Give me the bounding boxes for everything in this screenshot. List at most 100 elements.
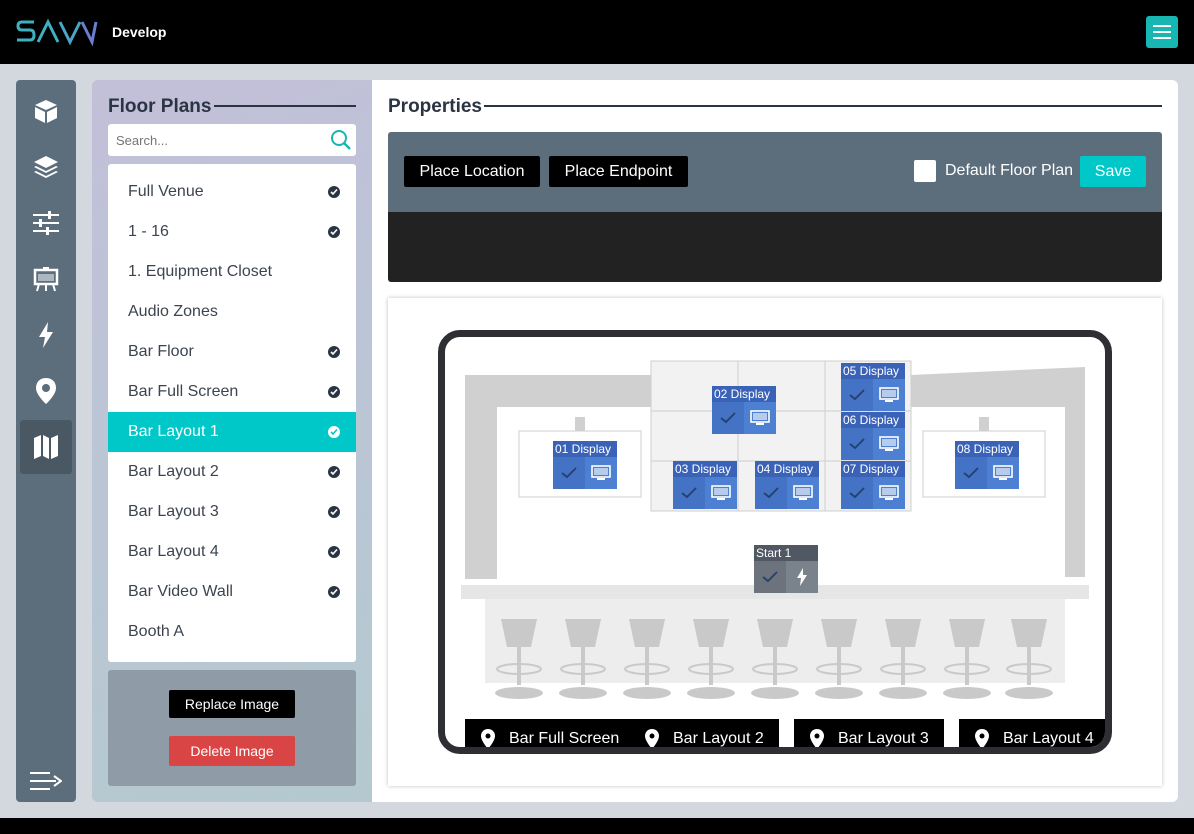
monitor-icon bbox=[750, 410, 770, 425]
top-bar: Develop bbox=[0, 0, 1194, 64]
floor-plan-item[interactable]: Booth A bbox=[108, 612, 356, 652]
marker-label: 01 Display bbox=[553, 441, 617, 457]
check-circle-icon bbox=[328, 586, 340, 598]
marker-body bbox=[841, 379, 905, 411]
nav-bolt[interactable] bbox=[20, 308, 72, 362]
location-tag[interactable]: Bar Full Screen bbox=[465, 719, 629, 747]
nav-floor-plans[interactable] bbox=[20, 420, 72, 474]
nav-easel[interactable] bbox=[20, 252, 72, 306]
display-marker[interactable]: 08 Display bbox=[955, 441, 1019, 489]
floor-plans-title: Floor Plans bbox=[108, 96, 212, 117]
marker-label: Start 1 bbox=[754, 545, 818, 561]
marker-label: 04 Display bbox=[755, 461, 819, 477]
marker-check-button[interactable] bbox=[841, 428, 873, 460]
map-pin-icon bbox=[481, 729, 495, 747]
display-marker[interactable]: 06 Display bbox=[841, 412, 905, 460]
marker-body bbox=[712, 402, 776, 434]
floor-plan-item[interactable]: Full Venue bbox=[108, 172, 356, 212]
hamburger-icon bbox=[1153, 25, 1171, 39]
location-tag[interactable]: Bar Layout 4 bbox=[959, 719, 1105, 747]
location-tag-label: Bar Layout 3 bbox=[838, 730, 929, 747]
location-tag[interactable]: Bar Layout 2 bbox=[629, 719, 779, 747]
monitor-icon bbox=[879, 436, 899, 451]
floor-plan-item[interactable]: Bar Video Wall bbox=[108, 572, 356, 612]
map-pin-icon bbox=[810, 729, 824, 747]
marker-type-button[interactable] bbox=[705, 477, 737, 509]
check-icon bbox=[720, 412, 736, 424]
map-pin-icon bbox=[645, 729, 659, 747]
marker-type-button[interactable] bbox=[987, 457, 1019, 489]
check-circle-icon bbox=[328, 186, 340, 198]
nav-location[interactable] bbox=[20, 364, 72, 418]
marker-type-button[interactable] bbox=[585, 457, 617, 489]
default-floor-plan-checkbox[interactable] bbox=[914, 160, 936, 182]
marker-check-button[interactable] bbox=[712, 402, 744, 434]
marker-label: 08 Display bbox=[955, 441, 1019, 457]
location-tag[interactable]: Bar Layout 3 bbox=[794, 719, 944, 747]
display-marker[interactable]: 03 Display bbox=[673, 461, 737, 509]
properties-details bbox=[388, 212, 1162, 282]
check-icon bbox=[561, 467, 577, 479]
floor-plan-item[interactable]: Bar Layout 1 bbox=[108, 412, 356, 452]
nav-cube[interactable] bbox=[20, 84, 72, 138]
search-icon[interactable] bbox=[330, 129, 352, 151]
floor-plan-item[interactable]: Bar Layout 2 bbox=[108, 452, 356, 492]
monitor-icon bbox=[793, 485, 813, 500]
display-marker[interactable]: 04 Display bbox=[755, 461, 819, 509]
marker-type-button[interactable] bbox=[873, 477, 905, 509]
marker-type-button[interactable] bbox=[873, 428, 905, 460]
replace-image-button[interactable]: Replace Image bbox=[169, 690, 295, 718]
properties-panel: Properties Place Location Place Endpoint… bbox=[372, 80, 1178, 802]
delete-image-button[interactable]: Delete Image bbox=[169, 736, 295, 766]
display-marker[interactable]: 01 Display bbox=[553, 441, 617, 489]
marker-check-button[interactable] bbox=[841, 379, 873, 411]
check-circle-icon bbox=[328, 466, 340, 478]
start-marker[interactable]: Start 1 bbox=[754, 545, 818, 593]
check-icon bbox=[849, 438, 865, 450]
marker-check-button[interactable] bbox=[553, 457, 585, 489]
floor-plan-item[interactable]: Bar Floor bbox=[108, 332, 356, 372]
floor-plan-canvas: 01 Display 02 Display 03 Display 04 Display… bbox=[388, 298, 1162, 786]
easel-icon bbox=[33, 267, 59, 292]
check-icon bbox=[849, 487, 865, 499]
nav-collapse[interactable] bbox=[20, 754, 72, 808]
place-location-button[interactable]: Place Location bbox=[404, 156, 540, 187]
check-icon bbox=[763, 487, 779, 499]
marker-check-button[interactable] bbox=[755, 477, 787, 509]
floor-plan-item[interactable]: Bar Full Screen bbox=[108, 372, 356, 412]
save-button[interactable]: Save bbox=[1080, 156, 1146, 187]
marker-check-button[interactable] bbox=[673, 477, 705, 509]
floor-plan-item[interactable]: 1 - 16 bbox=[108, 212, 356, 252]
marker-type-button[interactable] bbox=[744, 402, 776, 434]
search-input[interactable] bbox=[108, 124, 318, 156]
floor-plan-item[interactable]: 1. Equipment Closet bbox=[108, 252, 356, 292]
check-circle-icon bbox=[328, 226, 340, 238]
map-pin-icon bbox=[975, 729, 989, 747]
marker-label: 07 Display bbox=[841, 461, 905, 477]
marker-type-button[interactable] bbox=[786, 561, 818, 593]
display-marker[interactable]: 07 Display bbox=[841, 461, 905, 509]
display-marker[interactable]: 02 Display bbox=[712, 386, 776, 434]
check-circle-icon bbox=[328, 426, 340, 438]
marker-body bbox=[841, 428, 905, 460]
layers-icon bbox=[34, 156, 58, 178]
display-marker[interactable]: 05 Display bbox=[841, 363, 905, 411]
marker-type-button[interactable] bbox=[873, 379, 905, 411]
floor-plan-item-label: Bar Layout 1 bbox=[128, 423, 219, 440]
menu-button[interactable] bbox=[1146, 16, 1178, 48]
check-circle-icon bbox=[328, 346, 340, 358]
image-actions: Replace Image Delete Image bbox=[108, 670, 356, 786]
floor-plan-item[interactable]: Audio Zones bbox=[108, 292, 356, 332]
nav-layers[interactable] bbox=[20, 140, 72, 194]
marker-check-button[interactable] bbox=[754, 561, 786, 593]
check-circle-icon bbox=[328, 546, 340, 558]
floor-plan-item[interactable]: Bar Layout 4 bbox=[108, 532, 356, 572]
marker-check-button[interactable] bbox=[841, 477, 873, 509]
marker-check-button[interactable] bbox=[955, 457, 987, 489]
nav-sliders[interactable] bbox=[20, 196, 72, 250]
sliders-icon bbox=[33, 211, 59, 235]
marker-body bbox=[553, 457, 617, 489]
place-endpoint-button[interactable]: Place Endpoint bbox=[549, 156, 688, 187]
marker-type-button[interactable] bbox=[787, 477, 819, 509]
floor-plan-item[interactable]: Bar Layout 3 bbox=[108, 492, 356, 532]
